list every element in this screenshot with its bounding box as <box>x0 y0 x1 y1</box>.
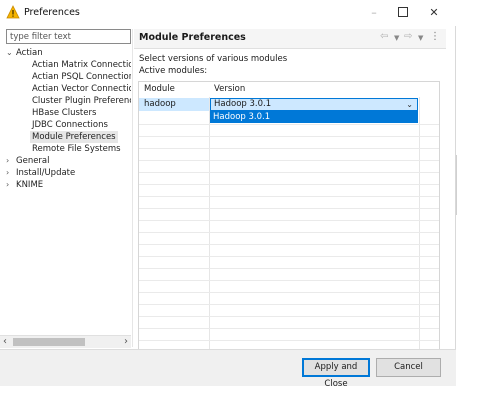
row-gridline <box>139 256 439 257</box>
page-description: Select versions of various modules <box>139 54 288 64</box>
chevron-down-icon[interactable]: ⌄ <box>6 47 16 59</box>
row-gridline <box>139 220 439 221</box>
forward-dropdown-icon[interactable]: ▼ <box>418 34 423 42</box>
row-gridline <box>139 160 439 161</box>
tree-item-hbase-clusters[interactable]: HBase Clusters <box>32 107 96 119</box>
preference-page: Module Preferences ⇦ ▼ ⇨ ▼ ⋮ Select vers… <box>134 29 446 374</box>
column-divider[interactable] <box>209 82 210 373</box>
preference-tree-pane: type filter text ⌄ Actian Actian Matrix C… <box>6 29 131 349</box>
row-gridline <box>139 124 439 125</box>
tree-item-label: Install/Update <box>16 168 76 178</box>
chevron-right-icon[interactable]: › <box>6 167 16 179</box>
row-gridline <box>139 280 439 281</box>
maximize-icon <box>398 7 408 17</box>
back-dropdown-icon[interactable]: ▼ <box>394 34 399 42</box>
preferences-window: Preferences – ✕ type filter text ⌄ Actian… <box>0 0 456 389</box>
tree-item-remote-file-systems[interactable]: Remote File Systems <box>32 143 121 155</box>
maximize-button[interactable] <box>389 2 417 24</box>
column-header-version[interactable]: Version <box>214 84 245 94</box>
version-option[interactable]: Hadoop 3.0.1 <box>210 111 418 123</box>
tree-item-jdbc-connections[interactable]: JDBC Connections <box>32 119 108 131</box>
tree-item-actian-psql[interactable]: Actian PSQL Connection <box>32 71 131 83</box>
row-gridline <box>139 304 439 305</box>
tree-item-actian[interactable]: ⌄ Actian <box>6 47 43 59</box>
row-gridline <box>139 184 439 185</box>
tree-item-actian-vector[interactable]: Actian Vector Connectio <box>32 83 131 95</box>
scroll-right-icon[interactable]: › <box>124 336 128 348</box>
tree-item-label: General <box>16 156 50 166</box>
page-title: Module Preferences <box>139 32 246 43</box>
row-gridline <box>139 172 439 173</box>
view-menu-icon[interactable]: ⋮ <box>430 31 440 42</box>
chevron-right-icon[interactable]: › <box>6 179 16 191</box>
modules-table: Module Version hadoop Hadoop 3.0.1 ⌄ Had… <box>138 81 440 374</box>
button-bar: Apply and Close Cancel <box>0 349 456 389</box>
close-button[interactable]: ✕ <box>420 2 448 24</box>
scrollbar-thumb[interactable] <box>13 338 85 346</box>
minimize-button[interactable]: – <box>360 2 388 24</box>
page-header: Module Preferences ⇦ ▼ ⇨ ▼ ⋮ <box>134 29 446 49</box>
back-arrow-icon[interactable]: ⇦ <box>380 31 388 42</box>
table-cell-module[interactable]: hadoop <box>139 98 209 111</box>
preference-tree: ⌄ Actian Actian Matrix Connectio Actian P… <box>6 46 131 340</box>
tree-item-actian-matrix[interactable]: Actian Matrix Connectio <box>32 59 131 71</box>
tree-item-cluster-plugin[interactable]: Cluster Plugin Preferenc <box>32 95 131 107</box>
row-gridline <box>139 196 439 197</box>
tree-item-label: Actian <box>16 48 43 58</box>
row-gridline <box>139 328 439 329</box>
row-gridline <box>139 340 439 341</box>
tree-item-general[interactable]: › General <box>6 155 50 167</box>
background-window-edge <box>456 155 484 215</box>
table-header: Module Version <box>139 82 439 97</box>
pane-divider[interactable] <box>132 29 133 347</box>
title-bar[interactable]: Preferences – ✕ <box>0 0 456 26</box>
row-gridline <box>139 208 439 209</box>
chevron-right-icon[interactable]: › <box>6 155 16 167</box>
tree-horizontal-scrollbar[interactable]: ‹ › <box>0 335 131 348</box>
tree-item-module-preferences[interactable]: Module Preferences <box>30 131 118 143</box>
filter-input[interactable]: type filter text <box>6 29 131 44</box>
version-combo[interactable]: Hadoop 3.0.1 ⌄ <box>210 98 418 111</box>
column-header-module[interactable]: Module <box>144 84 175 94</box>
tree-item-label: KNIME <box>16 180 44 190</box>
forward-arrow-icon[interactable]: ⇨ <box>404 31 412 42</box>
tree-item-install-update[interactable]: › Install/Update <box>6 167 75 179</box>
row-gridline <box>139 292 439 293</box>
row-gridline <box>139 244 439 245</box>
row-gridline <box>139 136 439 137</box>
row-gridline <box>139 148 439 149</box>
cancel-button[interactable]: Cancel <box>376 358 441 377</box>
apply-and-close-button[interactable]: Apply and Close <box>302 358 370 389</box>
scroll-left-icon[interactable]: ‹ <box>3 336 7 348</box>
row-gridline <box>139 232 439 233</box>
version-combo-value: Hadoop 3.0.1 <box>214 99 272 109</box>
warning-triangle-icon <box>6 5 20 19</box>
row-gridline <box>139 316 439 317</box>
edge-line <box>456 155 457 215</box>
row-gridline <box>139 268 439 269</box>
chevron-down-icon[interactable]: ⌄ <box>406 99 413 110</box>
window-title: Preferences <box>24 7 80 18</box>
tree-item-knime[interactable]: › KNIME <box>6 179 43 191</box>
active-modules-label: Active modules: <box>139 66 208 76</box>
column-divider[interactable] <box>419 82 420 373</box>
